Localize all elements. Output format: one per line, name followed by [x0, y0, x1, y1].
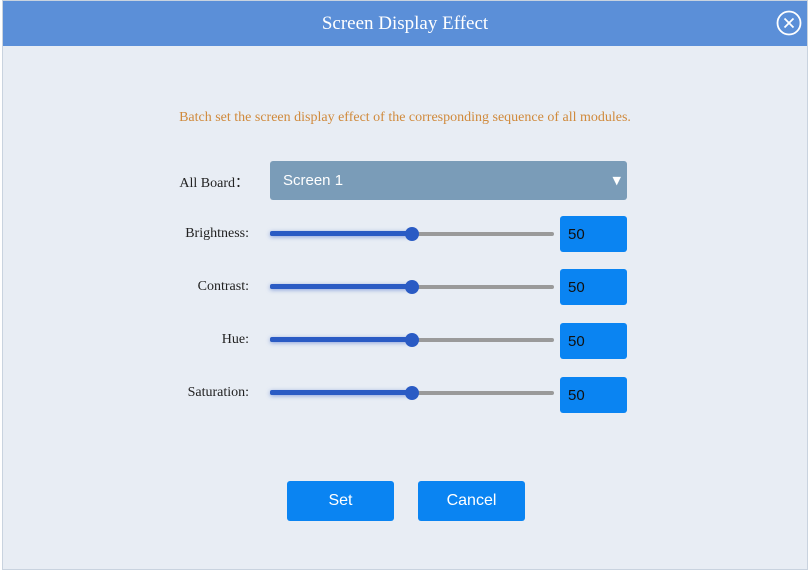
brightness-value-input[interactable]: [560, 216, 627, 252]
slider-thumb[interactable]: [405, 280, 419, 294]
slider-thumb[interactable]: [405, 333, 419, 347]
description-text: Batch set the screen display effect of t…: [179, 110, 631, 125]
hue-value-input[interactable]: [560, 323, 627, 359]
slider-fill: [270, 284, 412, 289]
hue-slider[interactable]: [270, 332, 554, 348]
slider-thumb[interactable]: [405, 386, 419, 400]
slider-fill: [270, 390, 412, 395]
saturation-label: Saturation:: [187, 385, 249, 400]
contrast-value-input[interactable]: [560, 269, 627, 305]
contrast-label: Contrast:: [197, 279, 249, 294]
slider-thumb[interactable]: [405, 227, 419, 241]
hue-label: Hue:: [221, 332, 249, 347]
close-icon[interactable]: [775, 9, 803, 37]
slider-fill: [270, 337, 412, 342]
brightness-label: Brightness:: [185, 226, 249, 241]
screen-display-effect-dialog: Screen Display Effect Batch set the scre…: [2, 0, 808, 570]
all-board-label: All Board：: [179, 176, 249, 191]
set-button[interactable]: Set: [287, 481, 394, 521]
slider-fill: [270, 231, 412, 236]
saturation-value-input[interactable]: [560, 377, 627, 413]
caret-down-icon: ▼: [612, 174, 621, 187]
board-select-value: Screen 1: [283, 172, 344, 189]
brightness-slider[interactable]: [270, 226, 554, 242]
board-select[interactable]: Screen 1 ▼: [270, 161, 627, 200]
contrast-slider[interactable]: [270, 279, 554, 295]
dialog-title: Screen Display Effect: [321, 13, 489, 34]
title-bar: Screen Display Effect: [3, 1, 807, 46]
cancel-button[interactable]: Cancel: [418, 481, 525, 521]
saturation-slider[interactable]: [270, 385, 554, 401]
